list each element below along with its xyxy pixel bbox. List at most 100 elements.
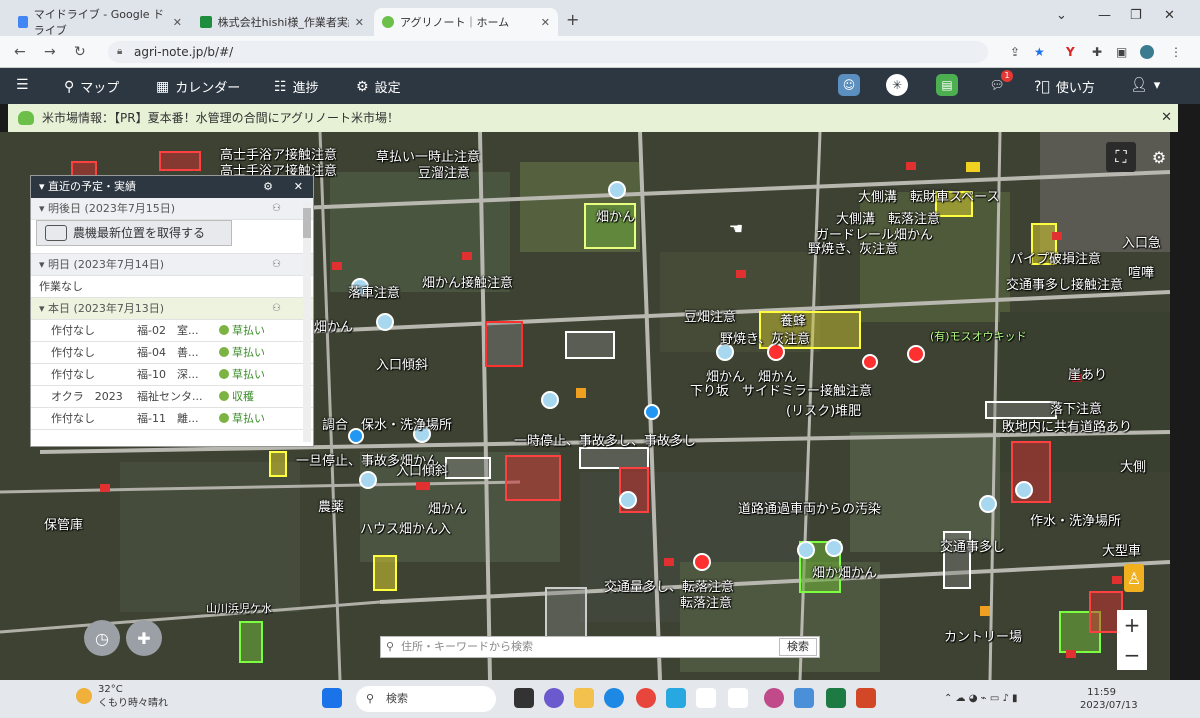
map-label: カントリー場 (944, 630, 1023, 645)
search-icon: ⚲ (366, 692, 375, 705)
bookmark-star-icon[interactable]: ★ (1034, 45, 1045, 59)
edge-icon[interactable] (604, 688, 624, 708)
panel-scrollbar[interactable] (303, 202, 311, 442)
nav-settings[interactable]: ⚙ 設定 (356, 77, 401, 97)
windows-taskbar: 32°C くもり時々晴れ ⚲ 検索 ⌃ ☁ ◕ ⌁ ▭ ♪ ▮ 11:59 202… (0, 680, 1200, 718)
map-pin-icon: ⚲ (64, 78, 75, 95)
help-button[interactable]: ?⃝ 使い方 (1034, 77, 1095, 97)
map-label: 野焼き、灰注意 (808, 242, 899, 257)
map-label: パイプ破損注意 (1010, 252, 1102, 267)
search-placeholder: 住所・キーワードから検索 (401, 640, 533, 653)
weather-widget[interactable]: 32°C くもり時々晴れ (76, 683, 168, 711)
browser-menu-icon[interactable]: ⋮ (1170, 45, 1182, 59)
new-tab-button[interactable]: + (566, 10, 579, 29)
map-label: 転落注意 (680, 596, 733, 611)
zoom-out-button[interactable]: − (1117, 640, 1147, 670)
address-bar-row: ← → ↻ 🔒︎ agri-note.jp/b/#/ ⇪ ★ Y ✚ ▣ ⋮ (0, 36, 1200, 68)
menu-toggle-button[interactable]: ☰ (16, 77, 29, 93)
powerpoint-icon[interactable] (856, 688, 876, 708)
people-icon: ⚇ (272, 303, 281, 314)
nav-calendar[interactable]: ▦ カレンダー (156, 77, 241, 97)
minimize-icon[interactable]: — (1098, 8, 1111, 23)
panel-header: ▾ 直近の予定・実績 ⚙ ✕ (31, 176, 313, 198)
extensions-puzzle-icon[interactable]: ✚ (1092, 45, 1102, 59)
l-app-icon[interactable] (666, 688, 686, 708)
tractor-button-label: 農機最新位置を取得する (73, 226, 206, 240)
nav-calendar-label: カレンダー (175, 81, 241, 96)
collapse-icon[interactable]: ▾ (39, 180, 48, 193)
clock[interactable]: 11:59 2023/07/13 (1080, 686, 1138, 712)
map-search-input[interactable]: ⚲ 住所・キーワードから検索 検索 (380, 636, 820, 658)
day-header[interactable]: ▾ 明日 (2023年7月14日) ⚇ (31, 254, 313, 276)
maximize-icon[interactable]: ❐ (1130, 8, 1142, 23)
table-row[interactable]: 作付なし 福-04 善... 草払い (31, 342, 313, 364)
back-icon[interactable]: ← (14, 44, 26, 60)
taskbar-search[interactable]: ⚲ 検索 (356, 686, 496, 712)
question-icon: ?⃝ (1034, 78, 1050, 95)
task-view-icon[interactable] (514, 688, 534, 708)
side-panel-icon[interactable]: ▣ (1116, 45, 1127, 59)
agrinote-frog-icon (382, 16, 394, 28)
profile-avatar[interactable] (1140, 45, 1154, 59)
frog-app-icon[interactable]: ☺ (838, 74, 860, 96)
forward-icon[interactable]: → (44, 44, 56, 60)
task-label: 草払い (232, 346, 265, 359)
history-clock-icon[interactable]: ◷ (84, 620, 120, 656)
tab-close-icon[interactable]: ✕ (541, 16, 550, 29)
share-icon[interactable]: ⇪ (1010, 45, 1020, 59)
tab-sheets[interactable]: 株式会社hishi様_作業者実績分析 ✕ (192, 8, 372, 36)
table-row[interactable]: 作付なし 福-10 深... 草払い (31, 364, 313, 386)
panel-gear-icon[interactable]: ⚙ (263, 176, 273, 198)
chevron-down-icon: ▾ (1153, 77, 1161, 93)
reload-icon[interactable]: ↻ (74, 44, 86, 60)
notebook-icon[interactable]: ▤ (936, 74, 958, 96)
sunflower-icon[interactable]: ✳ (886, 74, 908, 96)
zoom-in-button[interactable]: + (1117, 610, 1147, 640)
notification-center-icon[interactable] (1140, 690, 1154, 704)
map-label: 作水・洗浄場所 (1030, 514, 1122, 529)
app-icon[interactable] (794, 688, 814, 708)
add-marker-icon[interactable]: ✚ (126, 620, 162, 656)
announcement-text[interactable]: 米市場情報：【PR】夏本番！水管理の合間にアグリノート米市場！ (42, 111, 399, 125)
app-icon[interactable] (764, 688, 784, 708)
tab-close-icon[interactable]: ✕ (173, 16, 182, 29)
fullscreen-icon[interactable]: ⛶ (1106, 142, 1136, 172)
teams-icon[interactable] (544, 688, 564, 708)
chrome-icon[interactable] (636, 688, 656, 708)
task-cell: 収穫 (219, 386, 254, 408)
url-input[interactable]: 🔒︎ agri-note.jp/b/#/ (108, 41, 988, 63)
map-settings-gear-icon[interactable]: ⚙ (1144, 142, 1170, 172)
amazon-icon[interactable] (696, 688, 716, 708)
windows-start-icon[interactable] (322, 688, 342, 708)
user-menu-button[interactable]: 👤︎ ▾ (1130, 77, 1160, 93)
day-header-today[interactable]: ▾ 本日 (2023年7月13日) ⚇ (31, 298, 313, 320)
tractor-location-button[interactable]: 農機最新位置を取得する (36, 220, 232, 246)
notification-icon[interactable]: 💬︎ 1 (986, 70, 1013, 96)
day-header[interactable]: ▾ 明後日 (2023年7月15日) ⚇ (31, 198, 313, 220)
street-view-pegman-icon[interactable]: ♙ (1124, 564, 1144, 592)
crop-cell: 作付なし (51, 346, 95, 359)
window-close-icon[interactable]: ✕ (1164, 8, 1175, 23)
chevron-down-icon[interactable]: ⌄ (1056, 8, 1067, 23)
table-row[interactable]: 作付なし 福-02 室... 草払い (31, 320, 313, 342)
tab-close-icon[interactable]: ✕ (355, 16, 364, 29)
table-row[interactable]: オクラ 2023 福祉センタ... 収穫 (31, 386, 313, 408)
tab-google-drive[interactable]: マイドライブ - Google ドライブ ✕ (10, 8, 190, 37)
search-button[interactable]: 検索 (779, 638, 817, 656)
rakuten-icon[interactable] (728, 688, 748, 708)
close-icon[interactable]: ✕ (1161, 104, 1172, 132)
nav-map[interactable]: ⚲ マップ (64, 77, 119, 97)
tray-icons[interactable]: ⌃ ☁ ◕ ⌁ ▭ ♪ ▮ (944, 692, 1018, 705)
map-label: 保管庫 (44, 518, 84, 533)
yahoo-extension-icon[interactable]: Y (1066, 45, 1075, 59)
file-explorer-icon[interactable] (574, 688, 594, 708)
nav-progress[interactable]: ☷ 進捗 (274, 77, 319, 97)
map-label: 入口傾斜 (396, 464, 449, 479)
excel-icon[interactable] (826, 688, 846, 708)
weather-sun-icon (76, 688, 92, 704)
tab-agrinote[interactable]: アグリノート｜ホーム ✕ (374, 8, 558, 36)
table-row[interactable]: 作付なし 福-11 離... 草払い (31, 408, 313, 430)
panel-close-icon[interactable]: ✕ (294, 176, 303, 198)
notification-badge: 1 (1001, 70, 1013, 82)
collapse-icon: ▾ (39, 202, 49, 215)
